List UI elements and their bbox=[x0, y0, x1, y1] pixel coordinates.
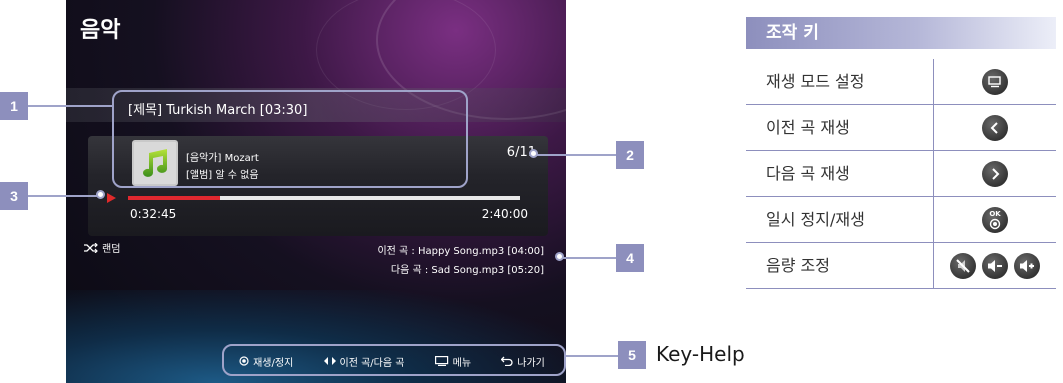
ok-icon: OK bbox=[982, 206, 1008, 233]
key-row-play-mode: 재생 모드 설정 bbox=[746, 59, 1056, 105]
volume-up-icon bbox=[1014, 252, 1040, 279]
shuffle-label: 랜덤 bbox=[102, 244, 121, 255]
progress-fill bbox=[128, 196, 221, 200]
left-arrow-icon bbox=[982, 114, 1008, 141]
screen-title: 음악 bbox=[80, 18, 121, 43]
callout-3-dot bbox=[96, 190, 105, 199]
callout-3-line bbox=[28, 195, 100, 197]
song-info-frame bbox=[112, 90, 468, 188]
key-row-label: 다음 곡 재생 bbox=[746, 151, 934, 196]
callout-2-line bbox=[536, 154, 616, 156]
key-row-label: 재생 모드 설정 bbox=[746, 59, 934, 104]
key-row-label: 일시 정지/재생 bbox=[746, 197, 934, 242]
callout-2: 2 bbox=[616, 141, 644, 169]
shuffle-icon bbox=[84, 242, 98, 253]
key-row-previous-song: 이전 곡 재생 bbox=[746, 105, 1056, 151]
callout-5: 5 bbox=[618, 341, 646, 369]
callout-2-dot bbox=[529, 149, 538, 158]
play-position-marker bbox=[107, 193, 116, 203]
previous-song-info: 이전 곡 : Happy Song.mp3 [04:00] bbox=[377, 246, 544, 257]
right-arrow-icon bbox=[982, 160, 1008, 187]
callout-1: 1 bbox=[0, 92, 28, 120]
key-help-frame bbox=[222, 344, 566, 376]
progress-bar[interactable] bbox=[128, 196, 520, 200]
callout-4-dot bbox=[555, 252, 564, 261]
callout-4-line bbox=[562, 257, 616, 259]
ok-icon-text: OK bbox=[989, 209, 1001, 218]
shuffle-indicator: 랜덤 bbox=[84, 240, 120, 255]
control-keys-table: 재생 모드 설정 이전 곡 재생 다음 곡 재생 일시 정지/재생 OK 음량 … bbox=[746, 59, 1056, 289]
time-total: 2:40:00 bbox=[481, 207, 528, 221]
time-elapsed: 0:32:45 bbox=[130, 207, 177, 221]
music-player-screen: 음악 [제목] Turkish March [03:30] [음악가] Moza… bbox=[66, 0, 566, 383]
tools-icon bbox=[982, 68, 1008, 95]
volume-down-icon bbox=[982, 252, 1008, 279]
control-keys-header: 조작 키 bbox=[746, 17, 1056, 49]
callout-3: 3 bbox=[0, 182, 28, 210]
next-song-info: 다음 곡 : Sad Song.mp3 [05:20] bbox=[390, 265, 544, 276]
key-row-label: 이전 곡 재생 bbox=[746, 105, 934, 150]
callout-4: 4 bbox=[616, 244, 644, 272]
key-row-next-song: 다음 곡 재생 bbox=[746, 151, 1056, 197]
key-help-label: Key-Help bbox=[656, 342, 745, 366]
key-row-volume: 음량 조정 bbox=[746, 243, 1056, 289]
callout-1-line bbox=[28, 105, 114, 107]
key-row-pause-play: 일시 정지/재생 OK bbox=[746, 197, 1056, 243]
mute-icon bbox=[950, 252, 976, 279]
callout-5-line bbox=[566, 355, 618, 357]
key-row-label: 음량 조정 bbox=[746, 243, 934, 288]
